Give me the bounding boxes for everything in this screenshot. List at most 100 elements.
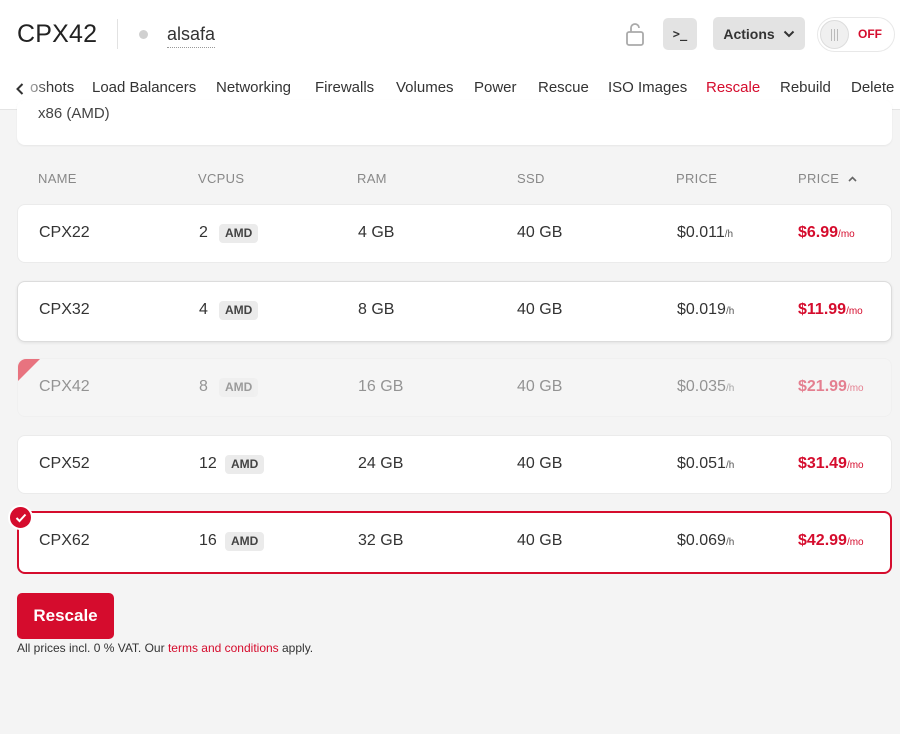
- column-header-price-monthly[interactable]: PRICE: [798, 171, 857, 186]
- ssd-value: 40 GB: [517, 455, 563, 472]
- hourly-price-value: $0.051: [677, 455, 726, 472]
- actions-button-label: Actions: [723, 25, 775, 42]
- server-type-row-cpx32[interactable]: CPX32 4 AMD 8 GB 40 GB $0.019/h $11.99/m…: [17, 281, 892, 342]
- hourly-price: $0.069/h: [677, 532, 734, 550]
- server-type-row-cpx42: CPX42 8 AMD 16 GB 40 GB $0.035/h $21.99/…: [17, 358, 892, 417]
- monthly-price: $31.49/mo: [798, 455, 864, 473]
- cpu-vendor-badge: AMD: [225, 455, 265, 474]
- terms-link[interactable]: terms and conditions: [168, 641, 279, 655]
- ssd-value: 40 GB: [517, 224, 563, 241]
- hourly-price: $0.035/h: [677, 378, 734, 396]
- monthly-price-value: $6.99: [798, 224, 839, 241]
- server-type-name: CPX32: [39, 301, 90, 318]
- ram-value: 16 GB: [358, 378, 404, 395]
- hourly-price-value: $0.019: [677, 301, 726, 318]
- column-header-ssd[interactable]: SSD: [517, 171, 545, 186]
- tab-volumes[interactable]: Volumes: [396, 79, 454, 96]
- ssd-value: 40 GB: [517, 532, 563, 549]
- ram-value: 24 GB: [358, 455, 404, 472]
- server-type-name: CPX52: [39, 455, 90, 472]
- console-icon: >_: [672, 27, 688, 41]
- cpu-vendor-badge: AMD: [225, 532, 265, 551]
- actions-button[interactable]: Actions: [713, 17, 805, 50]
- monthly-price-value: $31.49: [798, 455, 847, 472]
- tab-load-balancers[interactable]: Load Balancers: [92, 79, 196, 96]
- tab-rescue[interactable]: Rescue: [538, 79, 589, 96]
- hourly-unit: /h: [724, 229, 734, 240]
- power-toggle[interactable]: OFF: [817, 17, 895, 52]
- lock-icon[interactable]: [625, 22, 645, 46]
- server-type-name: CPX42: [39, 378, 90, 395]
- tab-power[interactable]: Power: [474, 79, 517, 96]
- monthly-price-value: $21.99: [798, 378, 847, 395]
- hourly-price: $0.011/h: [677, 224, 733, 242]
- cpu-vendor-badge: AMD: [219, 378, 259, 397]
- console-button[interactable]: >_: [663, 18, 697, 50]
- hourly-unit: /h: [725, 306, 735, 317]
- vcpu-count: 4: [199, 301, 208, 318]
- server-name-label[interactable]: alsafa: [167, 24, 216, 48]
- server-type-name: CPX22: [39, 224, 90, 241]
- vcpu-count: 12: [199, 455, 217, 472]
- monthly-unit: /mo: [846, 460, 864, 471]
- hourly-price-value: $0.069: [677, 532, 726, 549]
- page-title: CPX42: [17, 20, 98, 48]
- cpu-vendor-badge: AMD: [219, 224, 259, 243]
- monthly-unit: /mo: [846, 537, 864, 548]
- vat-footnote: All prices incl. 0 % VAT. Our terms and …: [17, 641, 313, 655]
- hourly-price-value: $0.035: [677, 378, 726, 395]
- tab-iso-images[interactable]: ISO Images: [608, 79, 687, 96]
- ssd-value: 40 GB: [517, 378, 563, 395]
- checkmark-icon: [8, 505, 33, 530]
- tab-networking[interactable]: Networking: [216, 79, 291, 96]
- server-type-row-cpx62[interactable]: CPX62 16 AMD 32 GB 40 GB $0.069/h $42.99…: [17, 511, 892, 574]
- vcpu-count: 16: [199, 532, 217, 549]
- tab-rescale[interactable]: Rescale: [706, 79, 760, 96]
- column-header-name[interactable]: NAME: [38, 171, 77, 186]
- monthly-price: $42.99/mo: [798, 532, 864, 550]
- server-type-name: CPX62: [39, 532, 90, 549]
- column-header-price-monthly-label: PRICE: [798, 171, 840, 186]
- server-status-dot: [139, 30, 148, 39]
- sort-ascending-icon: [848, 176, 857, 182]
- chevron-left-icon: [16, 83, 24, 95]
- hourly-price: $0.019/h: [677, 301, 734, 319]
- toggle-grip-icon: [820, 20, 849, 49]
- monthly-unit: /mo: [838, 229, 855, 240]
- ssd-value: 40 GB: [517, 301, 563, 318]
- tab-rebuild[interactable]: Rebuild: [780, 79, 831, 96]
- tab-delete[interactable]: Delete: [851, 79, 894, 96]
- column-header-ram[interactable]: RAM: [357, 171, 387, 186]
- ram-value: 4 GB: [358, 224, 395, 241]
- hourly-unit: /h: [725, 383, 735, 394]
- hourly-price: $0.051/h: [677, 455, 734, 473]
- monthly-unit: /mo: [846, 306, 863, 317]
- monthly-unit: /mo: [846, 383, 864, 394]
- monthly-price: $6.99/mo: [798, 224, 855, 242]
- hourly-unit: /h: [725, 537, 735, 548]
- vcpu-count: 2: [199, 224, 208, 241]
- architecture-label: x86 (AMD): [38, 105, 110, 122]
- server-header: CPX42 alsafa >_ Actions OFF: [0, 0, 900, 68]
- cpu-vendor-badge: AMD: [219, 301, 259, 320]
- monthly-price-value: $42.99: [798, 532, 847, 549]
- monthly-price-value: $11.99: [798, 301, 847, 318]
- column-header-vcpus[interactable]: VCPUS: [198, 171, 244, 186]
- current-plan-corner-flag: [18, 359, 40, 381]
- rescale-button[interactable]: Rescale: [17, 593, 114, 639]
- chevron-down-icon: [783, 30, 794, 37]
- server-type-row-cpx52[interactable]: CPX52 12 AMD 24 GB 40 GB $0.051/h $31.49…: [17, 435, 892, 494]
- vcpu-count: 8: [199, 378, 208, 395]
- hourly-unit: /h: [725, 460, 735, 471]
- ram-value: 8 GB: [358, 301, 395, 318]
- tab-firewalls[interactable]: Firewalls: [315, 79, 374, 96]
- hourly-price-value: $0.011: [677, 224, 725, 241]
- monthly-price: $11.99/mo: [798, 301, 863, 319]
- header-divider: [117, 19, 118, 49]
- server-type-row-cpx22[interactable]: CPX22 2 AMD 4 GB 40 GB $0.011/h $6.99/mo: [17, 204, 892, 263]
- ram-value: 32 GB: [358, 532, 404, 549]
- vat-footnote-text: All prices incl. 0 % VAT. Our: [17, 641, 168, 655]
- monthly-price: $21.99/mo: [798, 378, 864, 396]
- architecture-card: x86 (AMD): [17, 100, 892, 145]
- column-header-price-hourly[interactable]: PRICE: [676, 171, 717, 186]
